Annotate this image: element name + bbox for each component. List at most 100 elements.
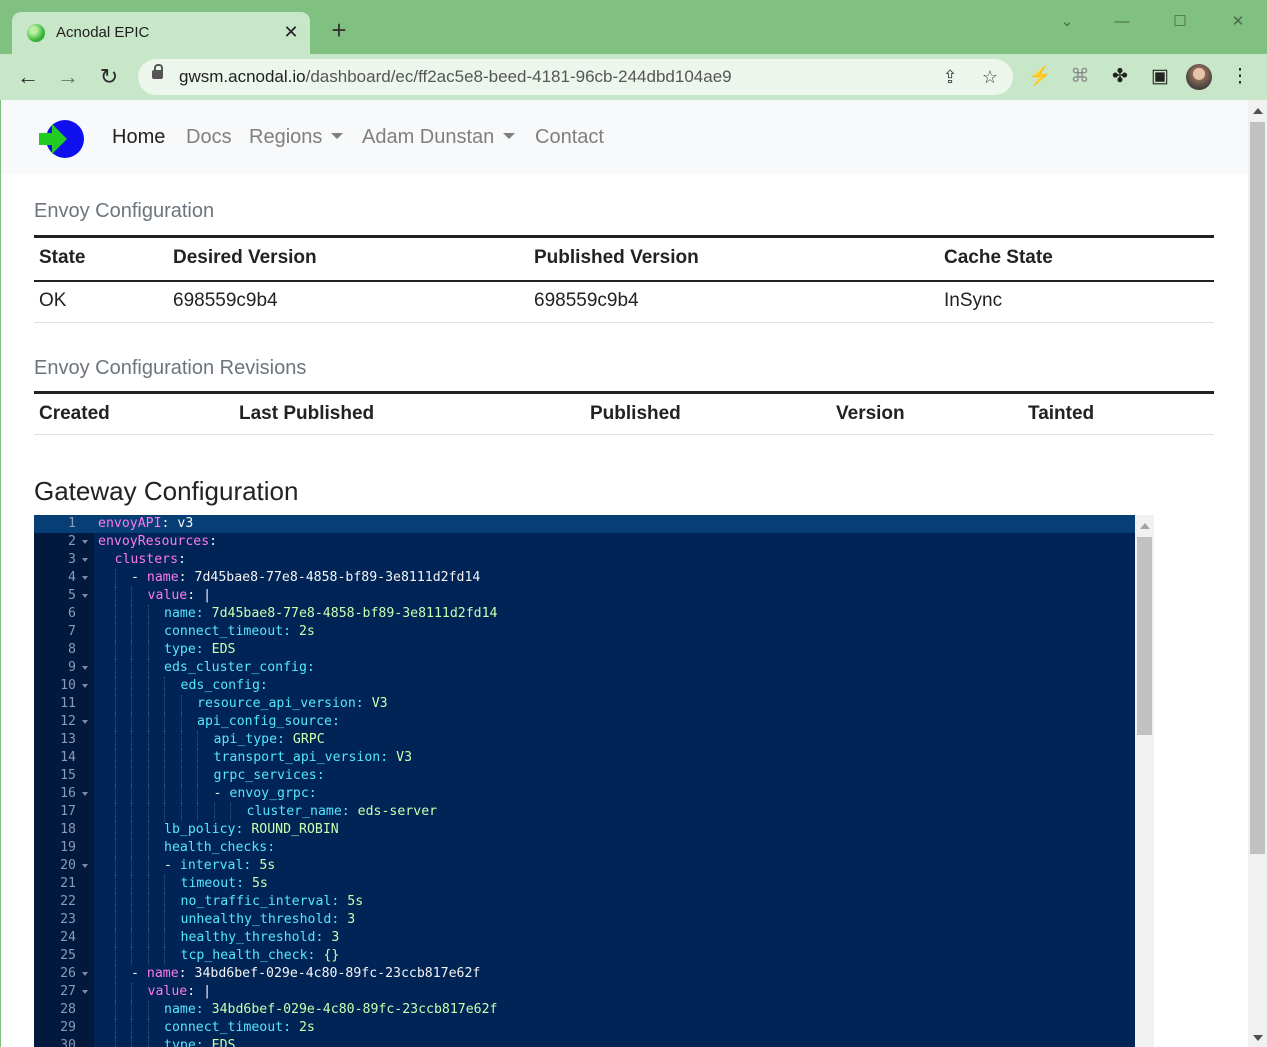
code-line[interactable]: 20 - interval: 5s (34, 857, 1135, 875)
browser-title-bar: Acnodal EPIC ✕ + ⌄ — ☐ ✕ (0, 0, 1267, 54)
indent-guide (164, 767, 165, 785)
address-bar[interactable]: gwsm.acnodal.io/dashboard/ec/ff2ac5e8-be… (138, 59, 1013, 95)
code-text: cluster_name: eds-server (246, 804, 438, 819)
nav-home[interactable]: Home (112, 126, 165, 149)
maximize-button[interactable]: ☐ (1168, 10, 1192, 34)
fold-arrow-icon[interactable] (82, 666, 88, 670)
url-text[interactable]: gwsm.acnodal.io/dashboard/ec/ff2ac5e8-be… (179, 67, 732, 87)
browser-tab[interactable]: Acnodal EPIC ✕ (12, 12, 310, 54)
gutter-cell: 28 (34, 1001, 94, 1019)
fold-arrow-icon[interactable] (82, 972, 88, 976)
code-line[interactable]: 12 api_config_source: (34, 713, 1135, 731)
yaml-key: health_checks (164, 840, 268, 855)
code-line[interactable]: 16 - envoy_grpc: (34, 785, 1135, 803)
code-line[interactable]: 26 - name: 34bd6bef-029e-4c80-89fc-23ccb8… (34, 965, 1135, 983)
fold-arrow-icon[interactable] (82, 720, 88, 724)
code-text: healthy_threshold: 3 (180, 930, 340, 945)
fold-arrow-icon[interactable] (82, 594, 88, 598)
yaml-key: eds_config (180, 678, 260, 693)
bookmark-star-icon[interactable]: ☆ (977, 65, 1003, 89)
code-line[interactable]: 4 - name: 7d45bae8-77e8-4858-bf89-3e8111d… (34, 569, 1135, 587)
line-number: 30 (60, 1038, 76, 1047)
editor-scroll-thumb[interactable] (1137, 537, 1152, 735)
fold-arrow-icon[interactable] (82, 576, 88, 580)
line-number: 19 (60, 840, 76, 855)
nav-regions-dropdown[interactable]: Regions (249, 126, 344, 149)
code-line[interactable]: 23 unhealthy_threshold: 3 (34, 911, 1135, 929)
window-close-button[interactable]: ✕ (1226, 10, 1250, 34)
indent-guide (114, 767, 116, 785)
browser-menu-icon[interactable]: ⋮ (1226, 62, 1254, 92)
chevron-down-icon[interactable]: ⌄ (1055, 10, 1079, 34)
code-line[interactable]: 19 health_checks: (34, 839, 1135, 857)
fold-arrow-icon[interactable] (82, 540, 88, 544)
page-scroll-thumb[interactable] (1250, 122, 1265, 854)
caret-down-icon (331, 133, 344, 139)
gutter-cell: 17 (34, 803, 94, 821)
side-panel-icon[interactable]: ▣ (1146, 62, 1174, 92)
code-line[interactable]: 13 api_type: GRPC (34, 731, 1135, 749)
code-line[interactable]: 11 resource_api_version: V3 (34, 695, 1135, 713)
fold-arrow-icon[interactable] (82, 990, 88, 994)
yaml-key: envoyAPI (98, 516, 162, 531)
code-line[interactable]: 27 value: | (34, 983, 1135, 1001)
code-line[interactable]: 17 cluster_name: eds-server (34, 803, 1135, 821)
code-line[interactable]: 5 value: | (34, 587, 1135, 605)
fold-arrow-icon[interactable] (82, 558, 88, 562)
fold-arrow-icon[interactable] (82, 684, 88, 688)
page-viewport: Home Docs Regions Adam Dunstan Contact E… (1, 100, 1248, 1047)
code-line[interactable]: 3 clusters: (34, 551, 1135, 569)
scroll-down-icon[interactable] (1253, 1035, 1263, 1041)
code-line[interactable]: 18 lb_policy: ROUND_ROBIN (34, 821, 1135, 839)
yaml-code-editor[interactable]: 1 envoyAPI: v3 2 envoyResources: 3 clusters: 4… (34, 515, 1154, 1047)
gutter-cell: 8 (34, 641, 94, 659)
puzzle-extensions-icon[interactable]: ✤ (1106, 62, 1134, 92)
back-arrow-icon[interactable]: ← (13, 62, 43, 92)
reload-icon[interactable]: ↻ (94, 62, 124, 92)
yaml-value: GRPC (284, 732, 325, 747)
nav-docs[interactable]: Docs (186, 126, 232, 149)
fold-arrow-icon[interactable] (82, 864, 88, 868)
fold-arrow-icon[interactable] (82, 792, 88, 796)
code-line[interactable]: 25 tcp_health_check: {} (34, 947, 1135, 965)
code-line[interactable]: 28 name: 34bd6bef-029e-4c80-89fc-23ccb817… (34, 1001, 1135, 1019)
code-line[interactable]: 1 envoyAPI: v3 (34, 515, 1135, 533)
indent-guide (131, 605, 132, 623)
indent-guide (114, 659, 116, 677)
scroll-up-icon[interactable] (1253, 108, 1263, 114)
code-line[interactable]: 14 transport_api_version: V3 (34, 749, 1135, 767)
code-line[interactable]: 9 eds_cluster_config: (34, 659, 1135, 677)
yaml-value: ROUND_ROBIN (243, 822, 339, 837)
code-line[interactable]: 29 connect_timeout: 2s (34, 1019, 1135, 1037)
code-text: eds_config: (180, 678, 268, 693)
nav-contact[interactable]: Contact (535, 126, 604, 149)
code-line[interactable]: 24 healthy_threshold: 3 (34, 929, 1135, 947)
forward-arrow-icon[interactable]: → (53, 62, 83, 92)
code-line[interactable]: 22 no_traffic_interval: 5s (34, 893, 1135, 911)
code-line[interactable]: 7 connect_timeout: 2s (34, 623, 1135, 641)
yaml-key: grpc_services (213, 768, 317, 783)
share-icon[interactable]: ⇪ (937, 65, 963, 89)
indent-guide (147, 749, 149, 767)
acnodal-logo-icon[interactable] (37, 118, 84, 160)
profile-avatar[interactable] (1186, 64, 1212, 90)
code-line[interactable]: 21 timeout: 5s (34, 875, 1135, 893)
editor-scrollbar[interactable] (1135, 515, 1154, 1047)
nav-user-dropdown[interactable]: Adam Dunstan (362, 126, 516, 149)
bolt-extension-icon[interactable]: ⚡ (1026, 62, 1054, 92)
code-line[interactable]: 8 type: EDS (34, 641, 1135, 659)
code-line[interactable]: 30 type: EDS (34, 1037, 1135, 1047)
tab-close-icon[interactable]: ✕ (280, 21, 302, 43)
page-scrollbar[interactable] (1248, 100, 1267, 1047)
code-line[interactable]: 6 name: 7d45bae8-77e8-4858-bf89-3e8111d2f… (34, 605, 1135, 623)
extension-icon[interactable]: ⌘ (1066, 62, 1094, 92)
code-text: resource_api_version: V3 (197, 696, 388, 711)
code-line[interactable]: 15 grpc_services: (34, 767, 1135, 785)
new-tab-button[interactable]: + (326, 17, 352, 44)
minimize-button[interactable]: — (1110, 10, 1134, 34)
line-number: 29 (60, 1020, 76, 1035)
code-line[interactable]: 2 envoyResources: (34, 533, 1135, 551)
scroll-up-icon[interactable] (1140, 523, 1150, 529)
code-line[interactable]: 10 eds_config: (34, 677, 1135, 695)
gutter-cell: 2 (34, 533, 94, 551)
